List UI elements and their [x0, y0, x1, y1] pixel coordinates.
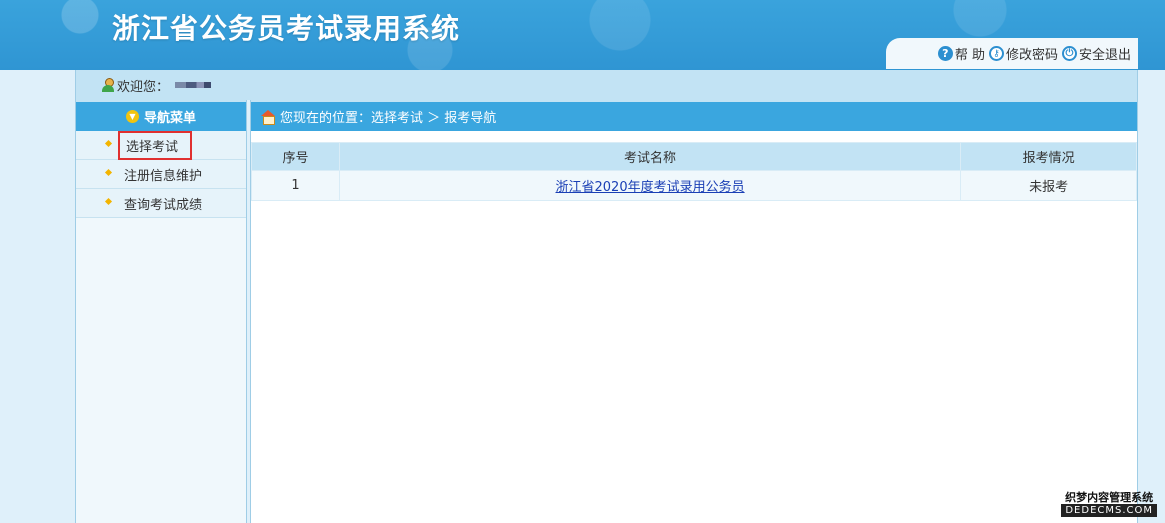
bullet-icon [104, 139, 113, 148]
bullet-icon [104, 168, 113, 177]
column-header-status: 报考情况 [960, 142, 1137, 171]
cell-name: 浙江省2020年度考试录用公务员 [338, 170, 962, 201]
sidebar-item-label: 查询考试成绩 [124, 197, 203, 213]
help-link[interactable]: ? 帮 助 [937, 44, 985, 63]
masked-username [175, 82, 212, 88]
home-icon [261, 110, 275, 125]
sidebar-header: ▼ 导航菜单 [76, 100, 246, 131]
chevron-down-icon: ▼ [125, 110, 139, 123]
main-content: 您现在的位置：选择考试 ＞ 报考导航 序号 考试名称 报考情况 1 浙江省202… [250, 100, 1138, 523]
help-icon: ? [937, 46, 953, 61]
bullet-icon [104, 197, 113, 206]
sidebar-item-label: 注册信息维护 [124, 168, 203, 184]
change-password-label: 修改密码 [1005, 48, 1058, 63]
app-title: 浙江省公务员考试录用系统 [112, 12, 461, 45]
breadcrumb: 您现在的位置：选择考试 ＞ 报考导航 [251, 100, 1137, 131]
column-header-name: 考试名称 [338, 142, 962, 171]
table-row: 1 浙江省2020年度考试录用公务员 未报考 [251, 170, 1137, 201]
sidebar-item-select-exam[interactable]: 选择考试 [76, 130, 246, 160]
help-label: 帮 助 [954, 48, 985, 63]
sidebar: ▼ 导航菜单 选择考试 注册信息维护 查询考试成绩 [75, 100, 247, 523]
cell-status: 未报考 [960, 170, 1137, 201]
sidebar-item-label: 选择考试 [118, 130, 193, 160]
key-icon: ⚷ [988, 46, 1004, 61]
sidebar-item-registration[interactable]: 注册信息维护 [76, 160, 246, 189]
welcome-label: 欢迎您： [117, 79, 170, 95]
logout-label: 安全退出 [1078, 48, 1131, 63]
user-icon [102, 78, 114, 92]
logout-link[interactable]: ⏻ 安全退出 [1061, 44, 1131, 63]
watermark-line2: DEDECMS.COM [1061, 504, 1157, 517]
column-header-index: 序号 [251, 142, 340, 171]
change-password-link[interactable]: ⚷ 修改密码 [988, 44, 1058, 63]
sidebar-title: 导航菜单 [143, 111, 196, 126]
table-header-row: 序号 考试名称 报考情况 [251, 142, 1137, 171]
power-icon: ⏻ [1061, 46, 1077, 61]
breadcrumb-text: 您现在的位置：选择考试 ＞ 报考导航 [280, 111, 497, 126]
welcome-bar: 欢迎您： [75, 70, 1138, 100]
cell-index: 1 [251, 170, 340, 201]
app-header: 浙江省公务员考试录用系统 ? 帮 助 ⚷ 修改密码 ⏻ 安全退出 [0, 0, 1165, 70]
exam-table: 序号 考试名称 报考情况 1 浙江省2020年度考试录用公务员 未报考 [251, 142, 1137, 201]
exam-link[interactable]: 浙江省2020年度考试录用公务员 [556, 180, 745, 195]
header-toolbar: ? 帮 助 ⚷ 修改密码 ⏻ 安全退出 [886, 38, 1138, 69]
watermark: 织梦内容管理系统 DEDECMS.COM [1061, 491, 1157, 517]
watermark-line1: 织梦内容管理系统 [1065, 491, 1154, 504]
sidebar-item-scores[interactable]: 查询考试成绩 [76, 189, 246, 218]
